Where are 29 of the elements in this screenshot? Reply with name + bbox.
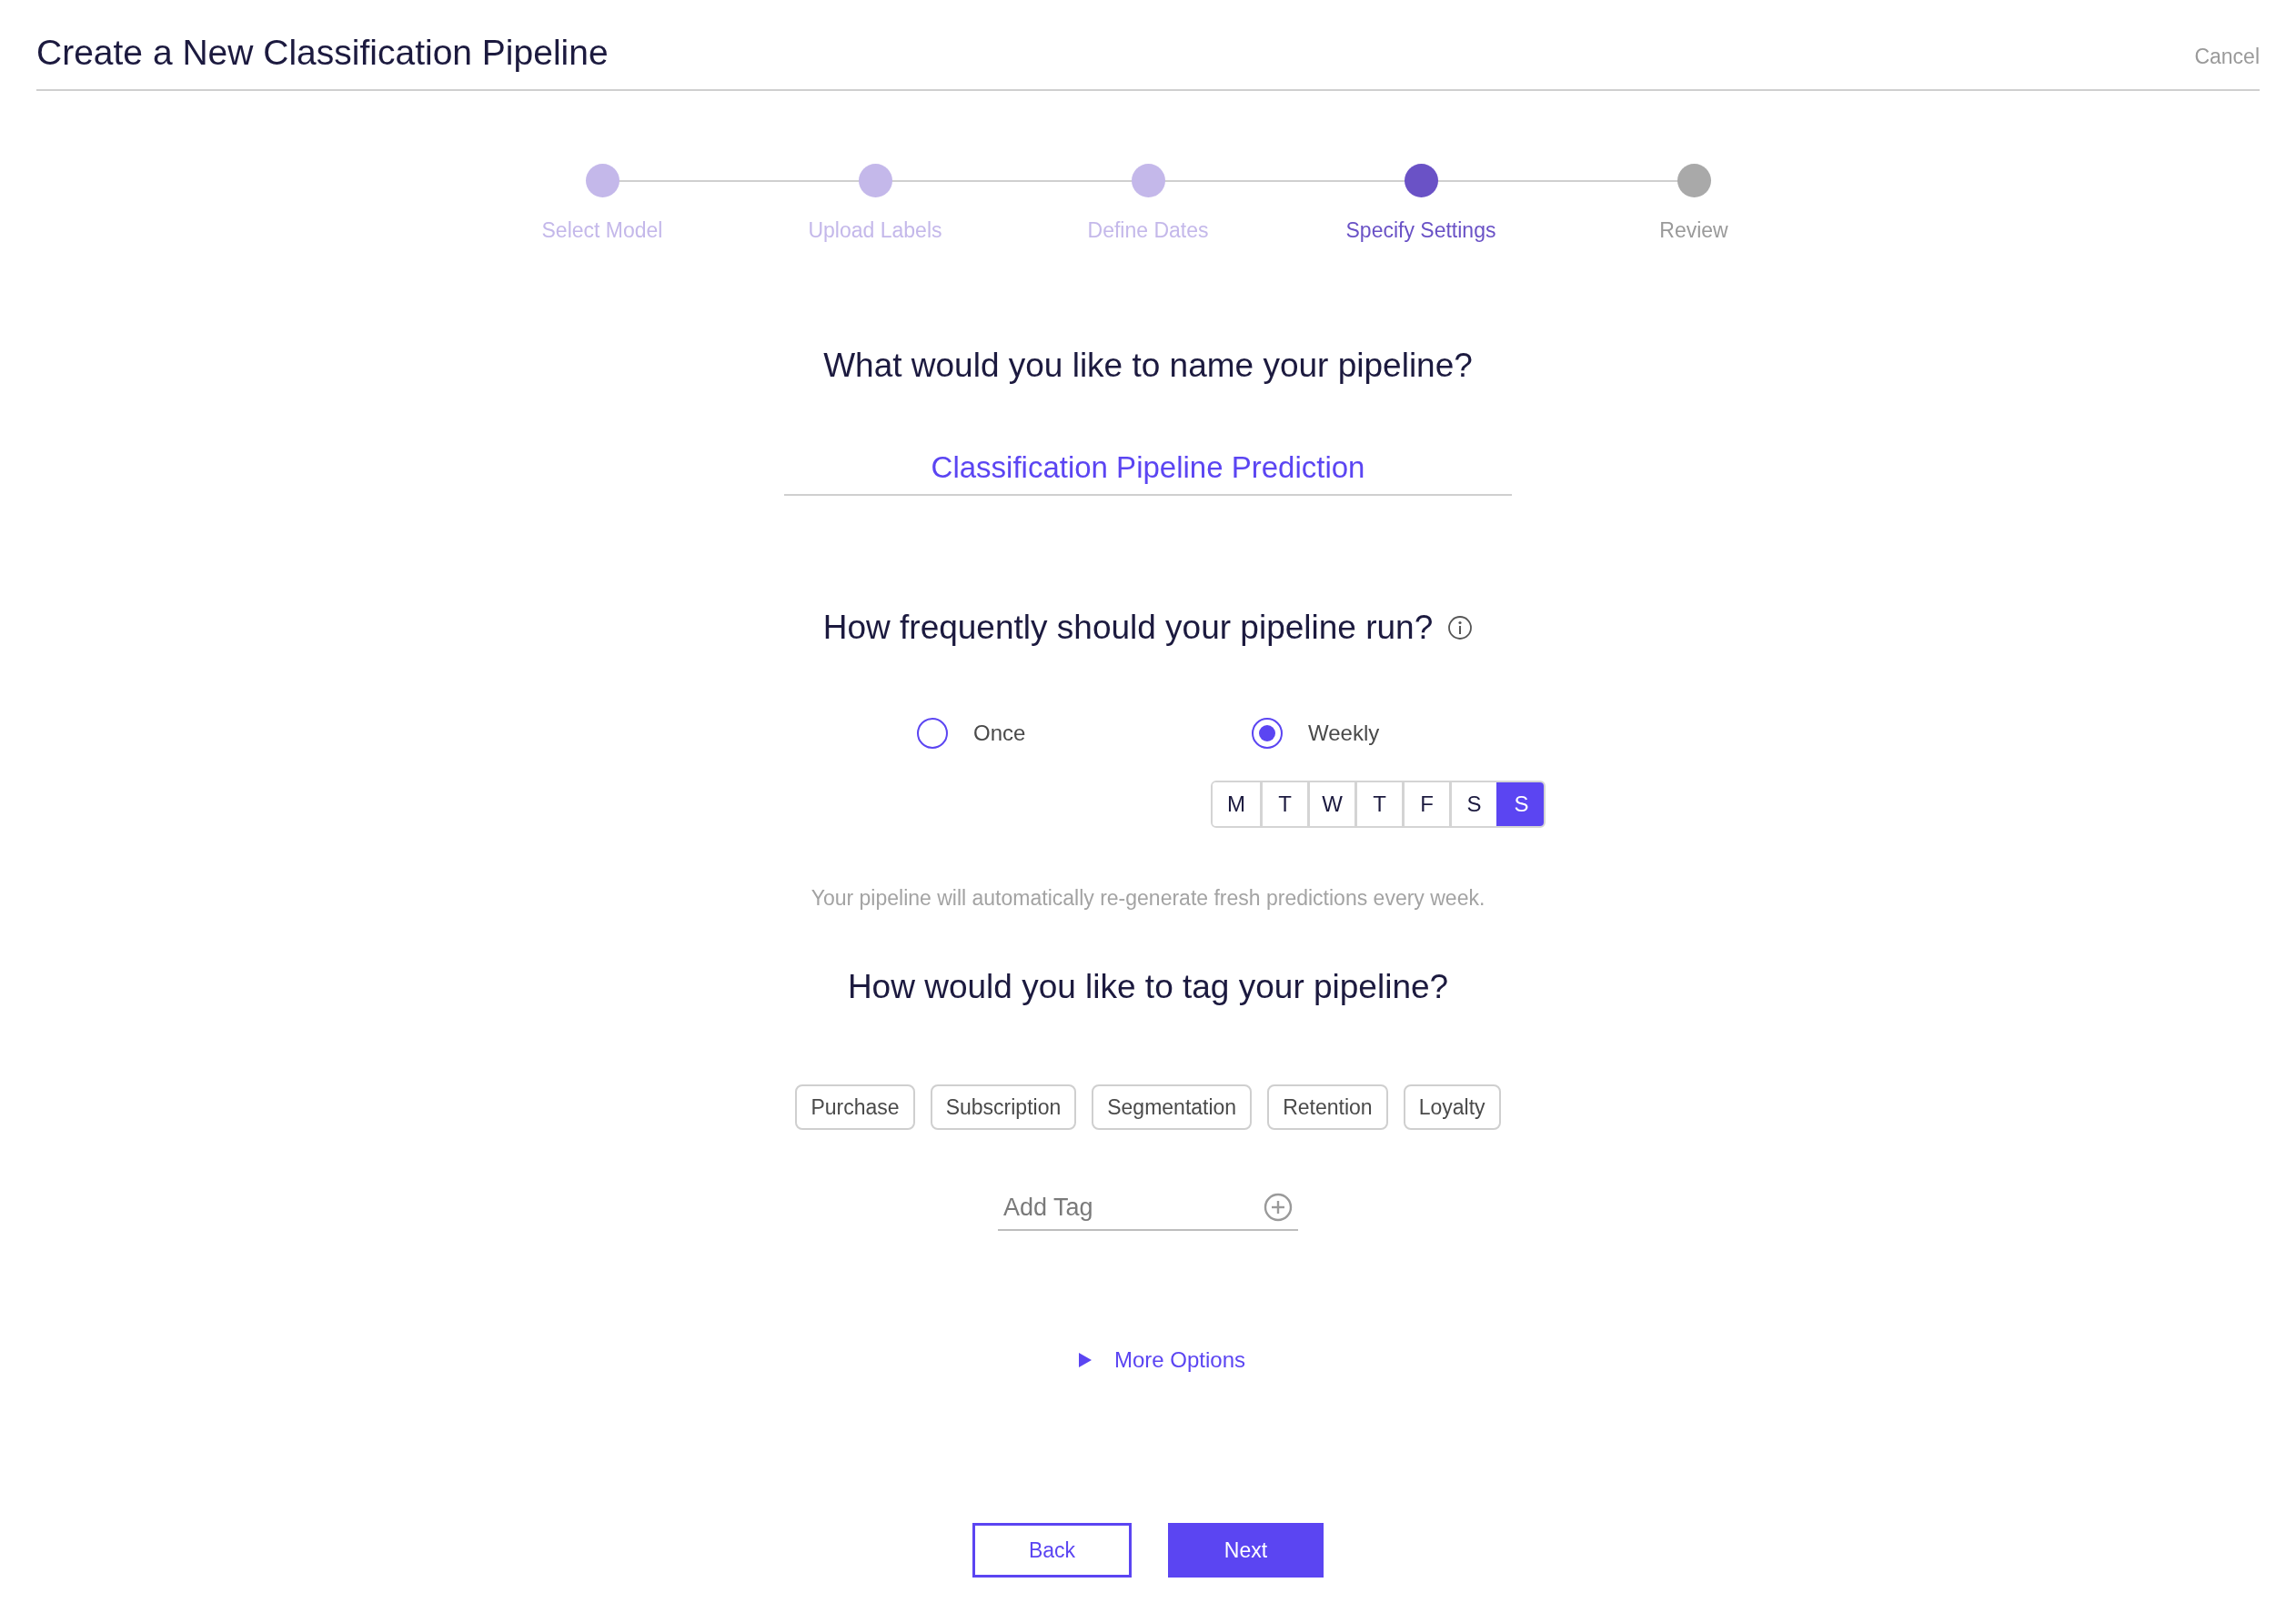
day-toggle[interactable]: S [1496, 782, 1544, 826]
tag-chip[interactable]: Loyalty [1403, 1084, 1501, 1130]
frequency-radio[interactable]: Weekly [1252, 718, 1546, 749]
step-label: Review [1659, 218, 1728, 243]
step-label: Define Dates [1087, 218, 1209, 243]
pipeline-name-field[interactable]: Classification Pipeline Prediction [784, 445, 1512, 496]
step-label: Specify Settings [1345, 218, 1496, 243]
radio-label: Once [973, 721, 1026, 746]
question-text: How would you like to tag your pipeline? [847, 968, 1449, 1006]
step-label: Upload Labels [808, 218, 942, 243]
tag-chip[interactable]: Retention [1267, 1084, 1388, 1130]
page-title: Create a New Classification Pipeline [36, 33, 609, 73]
more-options-toggle[interactable]: More Options [1077, 1347, 1246, 1373]
tag-chip[interactable]: Segmentation [1092, 1084, 1253, 1130]
tag-chip[interactable]: Purchase [795, 1084, 915, 1130]
tag-chip[interactable]: Subscription [930, 1084, 1077, 1130]
radio-circle[interactable] [917, 718, 948, 749]
question-text: What would you like to name your pipeline? [823, 347, 1473, 385]
question-text: How frequently should your pipeline run? [822, 609, 1434, 647]
radio-label: Weekly [1308, 721, 1380, 746]
frequency-note: Your pipeline will automatically re-generate fresh predictions every week. [811, 886, 1485, 911]
frequency-radio[interactable]: Once [917, 718, 1252, 749]
next-button[interactable]: Next [1168, 1523, 1324, 1578]
radio-circle[interactable] [1252, 718, 1283, 749]
back-button[interactable]: Back [972, 1523, 1132, 1578]
add-tag-field[interactable]: Add Tag [1003, 1193, 1264, 1222]
info-icon[interactable] [1447, 615, 1474, 640]
step-label: Select Model [541, 218, 663, 243]
add-icon[interactable] [1264, 1193, 1293, 1222]
